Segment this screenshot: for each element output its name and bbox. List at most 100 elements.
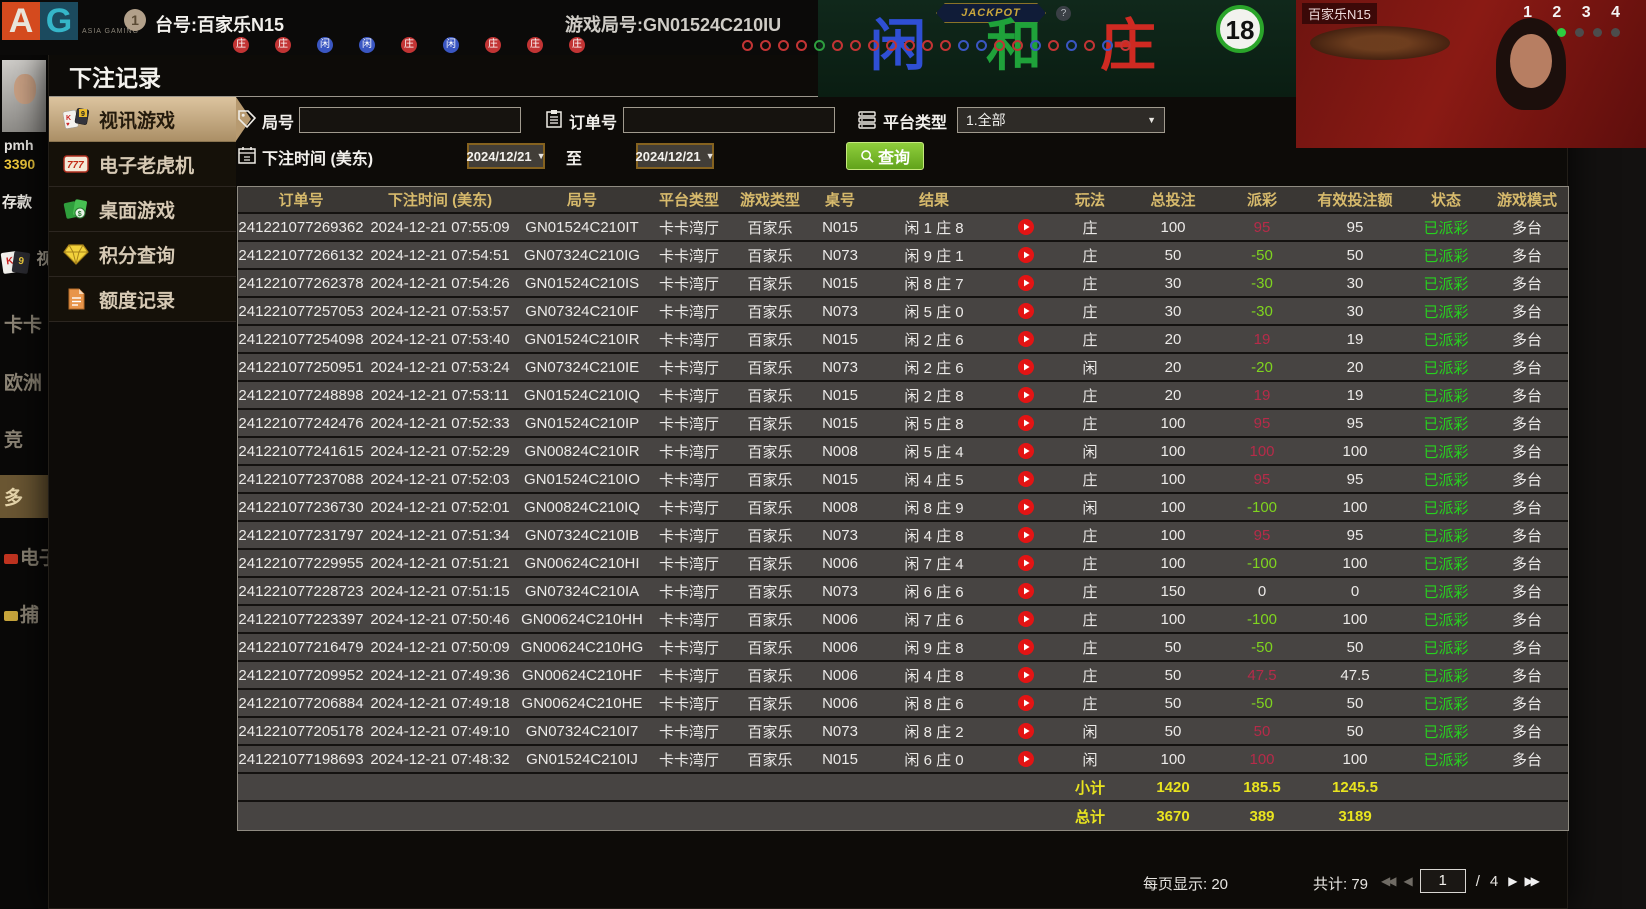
nav-item-label: 多 [4,488,24,509]
game-type-cell: 百家乐 [747,331,793,349]
deposit-button[interactable]: 存款 [2,191,32,212]
replay-play-icon[interactable] [998,359,1054,375]
order-input[interactable] [623,107,835,133]
table-row: 241221077262378 2024-12-21 07:54:26 GN0152… [238,270,1568,298]
sidebar-item-1[interactable]: 777 电子老虎机 [49,142,236,187]
game-type-cell: 百家乐 [747,415,793,433]
site-nav-item[interactable]: 捕 [4,600,39,627]
time-cell: 2024-12-21 07:53:40 [370,330,510,348]
replay-play-icon[interactable] [998,723,1054,739]
replay-play-icon[interactable] [998,751,1054,767]
site-nav-item[interactable]: 欧洲 [4,368,42,395]
date-to-picker[interactable]: 2024/12/21 ▼ [636,143,715,169]
replay-play-icon[interactable] [998,639,1054,655]
play-type-cell: 庄 [1082,583,1098,601]
payout-cell: -30 [1251,302,1273,320]
last-page-icon[interactable]: ▶▶ [1524,874,1540,888]
screen: A G ASIA GAMING 1 台号:百家乐N15 游戏局号:GN01524… [0,0,1646,909]
play-type-cell: 庄 [1082,415,1098,433]
ag-logo[interactable]: A G ASIA GAMING [2,2,139,40]
site-nav-item[interactable]: 电子 [4,543,48,570]
table-number-badge: 1 [124,9,146,31]
replay-play-icon[interactable] [998,275,1054,291]
round-cell: GN01524C210IJ [526,750,638,768]
prev-page-icon[interactable]: ◀ [1403,874,1412,888]
total-bet-cell: 20 [1164,386,1182,404]
replay-play-icon[interactable] [998,527,1054,543]
replay-play-icon[interactable] [998,499,1054,515]
replay-play-icon[interactable] [998,303,1054,319]
replay-play-icon[interactable] [998,415,1054,431]
jackpot-help-icon[interactable]: ? [1056,6,1071,21]
valid-bet-cell: 50 [1346,722,1364,740]
replay-play-icon[interactable] [998,331,1054,347]
platform-select[interactable]: 1.全部 ▼ [957,107,1165,133]
date-from-picker[interactable]: 2024/12/21 ▼ [467,143,546,169]
site-nav-item[interactable]: 竞 [4,425,23,452]
table-no-cell: N073 [822,722,858,740]
replay-play-icon[interactable] [998,555,1054,571]
table-row: 241221077266132 2024-12-21 07:54:51 GN0732… [238,242,1568,270]
column-header: 总投注 [1150,192,1196,209]
search-button[interactable]: 查询 [846,142,924,170]
result-cell: 闲 6 庄 6 [904,583,964,601]
first-page-icon[interactable]: ◀◀ [1381,874,1397,888]
road-ring [1012,40,1023,51]
replay-play-icon[interactable] [998,667,1054,683]
site-nav-item[interactable]: 卡卡 [4,310,42,337]
bead-result-badge: 庄 [275,37,291,53]
total-bet-cell: 150 [1160,582,1186,600]
status-cell: 已派彩 [1423,303,1469,321]
play-type-cell: 闲 [1082,443,1098,461]
replay-play-icon[interactable] [998,443,1054,459]
table-footer: 每页显示: 20 共计: 79 ◀◀ ◀ 1 / 4 ▶ ▶▶ [49,869,1569,897]
user-avatar[interactable] [2,60,46,132]
replay-play-icon[interactable] [998,387,1054,403]
game-mode-cell: 多台 [1511,695,1542,713]
page-number-input[interactable]: 1 [1419,869,1466,893]
game-type-cell: 百家乐 [747,499,793,517]
table-games-icon: $ [59,198,93,220]
round-cell: GN00824C210IR [524,442,640,460]
column-header: 玩法 [1074,192,1105,209]
site-nav-item[interactable]: 多 [0,475,48,518]
replay-play-icon[interactable] [998,611,1054,627]
order-cell: 241221077250951 [238,358,364,376]
platform-cell: 卡卡湾厅 [658,667,719,685]
sidebar-item-label: 电子老虎机 [99,155,195,177]
sidebar-item-4[interactable]: 额度记录 [49,277,236,322]
camera-selector[interactable]: 1 2 3 4 [1523,4,1628,22]
road-ring [832,40,843,51]
bead-result-badge: 闲 [359,37,375,53]
svg-text:K: K [66,115,71,122]
sidebar-item-3[interactable]: 积分查询 [49,232,236,277]
replay-play-icon[interactable] [998,219,1054,235]
live-video-feed: 百家乐N15 1 2 3 4 [1296,0,1646,148]
replay-play-icon[interactable] [998,695,1054,711]
table-name-label: 台号:百家乐N15 [155,15,285,35]
valid-bet-cell: 100 [1342,554,1368,572]
valid-bet-cell: 30 [1346,274,1364,292]
status-cell: 已派彩 [1423,527,1469,545]
platform-cell: 卡卡湾厅 [658,247,719,265]
replay-play-icon[interactable] [998,583,1054,599]
grand-total-label: 总计 [1074,808,1105,826]
bead-result-badge: 庄 [401,37,417,53]
sidebar-item-0[interactable]: K ♥ 9 视讯游戏 [49,97,251,142]
play-type-cell: 庄 [1082,219,1098,237]
column-header: 平台类型 [658,192,719,209]
quota-doc-icon [59,288,93,310]
table-no-cell: N006 [822,554,858,572]
valid-bet-cell: 50 [1346,638,1364,656]
platform-cell: 卡卡湾厅 [658,611,719,629]
table-no-cell: N073 [822,582,858,600]
order-cell: 241221077248898 [238,386,364,404]
sidebar-item-2[interactable]: $ 桌面游戏 [49,187,236,232]
round-cell: GN01524C210IQ [524,386,640,404]
road-ring [958,40,969,51]
replay-play-icon[interactable] [998,247,1054,263]
next-page-icon[interactable]: ▶ [1508,874,1517,888]
video-games-nav-item[interactable]: K9 视 [0,245,48,275]
round-input[interactable] [299,107,521,133]
replay-play-icon[interactable] [998,471,1054,487]
